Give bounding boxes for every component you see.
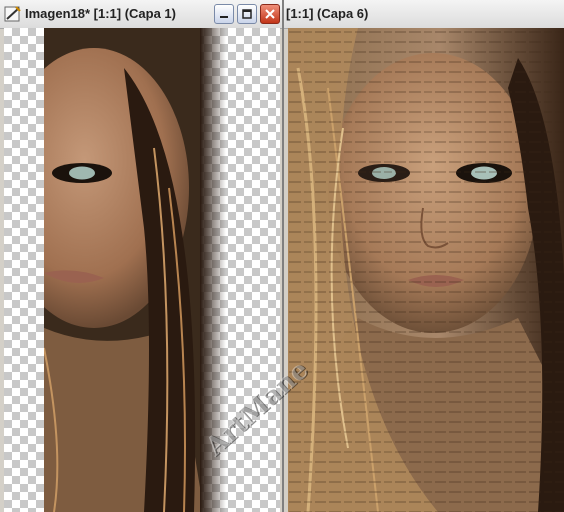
window-titlebar[interactable]: Imagen18* [1:1] (Capa 1) [0,0,282,29]
portrait-image-textured [288,28,564,512]
window-titlebar[interactable]: [1:1] (Capa 6) [284,0,564,29]
image-canvas[interactable] [288,28,564,512]
maximize-button[interactable] [237,4,257,24]
close-button[interactable] [260,4,280,24]
close-icon [265,9,275,19]
app-icon [4,5,22,23]
window-title: Imagen18* [1:1] (Capa 1) [25,6,176,21]
window-title: [1:1] (Capa 6) [286,6,369,21]
minimize-icon [220,16,228,18]
image-window-capa-6[interactable]: [1:1] (Capa 6) [284,0,564,512]
minimize-button[interactable] [214,4,234,24]
maximize-icon [242,9,252,19]
